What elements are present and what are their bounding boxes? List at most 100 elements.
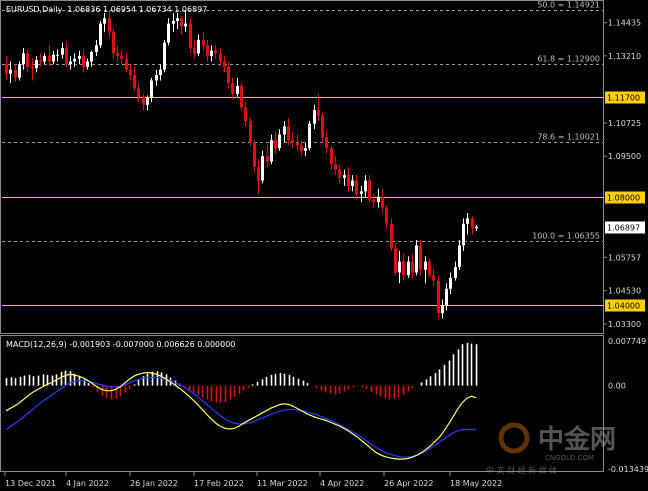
candle	[116, 45, 119, 62]
candle	[48, 45, 51, 66]
candle-body	[296, 142, 299, 146]
candle-body	[390, 223, 393, 249]
price-tick-label: 1.13210	[608, 52, 641, 61]
candle	[133, 66, 136, 92]
candles	[5, 10, 478, 319]
candle	[167, 18, 170, 46]
candle	[449, 272, 452, 295]
fib-label: 61.8 = 1.12900	[537, 55, 600, 64]
candle-body	[321, 115, 324, 138]
candle	[441, 299, 444, 319]
candle	[330, 145, 333, 170]
candle	[176, 12, 179, 30]
candle	[304, 142, 307, 157]
candle	[308, 121, 311, 151]
candle	[419, 240, 422, 276]
candle-body	[163, 42, 166, 70]
candle-body	[133, 75, 136, 89]
fib-label: 100.0 = 1.06355	[532, 232, 600, 241]
candle-body	[466, 218, 469, 224]
candle	[261, 150, 264, 184]
candle	[197, 34, 200, 57]
price-tag-label: 1.04000	[607, 302, 640, 311]
trading-chart[interactable]: 50.0 = 1.14921 61.8 = 1.12900 78.6 = 1.100…	[0, 0, 648, 491]
candle	[210, 45, 213, 62]
candle-body	[172, 20, 175, 24]
candle-body	[343, 175, 346, 178]
price-tag-label: 1.08000	[607, 194, 640, 203]
candle	[82, 50, 85, 73]
candle-body	[308, 123, 311, 149]
candle-body	[35, 60, 38, 69]
candle-body	[304, 148, 307, 151]
candle	[5, 56, 8, 80]
candle-body	[159, 69, 162, 76]
candle-body	[18, 64, 21, 78]
time-axis[interactable]: 13 Dec 2021 4 Jan 2022 26 Jan 2022 17 Feb 2…	[4, 472, 502, 488]
candle-body	[214, 50, 217, 54]
candle	[407, 256, 410, 278]
macd-tick-label: 0.007749	[608, 337, 646, 346]
candle	[214, 45, 217, 59]
candle-body	[99, 23, 102, 46]
time-tick-label: 17 Feb 2022	[194, 479, 244, 488]
candle	[18, 61, 21, 81]
candle	[432, 269, 435, 287]
candle	[189, 18, 192, 54]
candle	[231, 77, 234, 100]
ohlc-values: 1.06836 1.06954 1.06734 1.06897	[67, 5, 207, 14]
time-tick-label: 26 Jan 2022	[130, 479, 178, 488]
candle-body	[411, 261, 414, 273]
time-tick-label: 13 Dec 2021	[5, 479, 56, 488]
candle-body	[287, 126, 290, 140]
candle	[22, 47, 25, 70]
price-tick-label: 1.09500	[608, 152, 641, 161]
candle	[26, 49, 29, 73]
candle-body	[240, 85, 243, 108]
watermark-domain: CNGOLD.COM	[545, 454, 594, 462]
candle-body	[150, 80, 153, 99]
candle-body	[257, 167, 260, 181]
candle-body	[278, 134, 281, 149]
candle	[95, 39, 98, 57]
candle-body	[428, 261, 431, 276]
candle	[180, 15, 183, 35]
candle	[351, 175, 354, 192]
candle	[120, 49, 123, 65]
candle-body	[462, 223, 465, 246]
candle-body	[347, 175, 350, 186]
candle	[466, 212, 469, 235]
candle-body	[325, 137, 328, 149]
candle	[172, 12, 175, 32]
candle-body	[364, 180, 367, 192]
gold-coin-icon	[498, 422, 530, 454]
candle-body	[167, 23, 170, 43]
candle-body	[454, 267, 457, 278]
candle-body	[202, 39, 205, 46]
candle	[360, 185, 363, 203]
fibonacci-levels[interactable]: 50.0 = 1.14921 61.8 = 1.12900 78.6 = 1.100…	[2, 1, 603, 242]
watermark-brand: 中金网	[538, 424, 616, 455]
candle	[317, 93, 320, 122]
macd-label: MACD(12,26,9) -0.001903 -0.007000 0.0066…	[6, 340, 235, 349]
candle-body	[189, 23, 192, 48]
candle	[244, 102, 247, 127]
candle	[52, 50, 55, 65]
candle-body	[441, 304, 444, 314]
candle	[283, 121, 286, 143]
candle	[266, 145, 269, 167]
candle-body	[449, 277, 452, 289]
candle-body	[31, 66, 34, 69]
current-price-label: 1.06897	[607, 224, 640, 233]
symbol-label: EURUSD,Daily 1.06836 1.06954 1.06734 1.06…	[6, 5, 207, 14]
candle-body	[475, 226, 478, 229]
candle	[368, 175, 371, 203]
candle	[274, 131, 277, 154]
candle	[43, 53, 46, 65]
candle	[321, 112, 324, 143]
candle	[78, 50, 81, 65]
candle	[236, 77, 239, 97]
price-axis[interactable]: 1.14435 1.13210 1.10725 1.09500 1.05757 1.045…	[603, 19, 641, 329]
candle-body	[227, 66, 230, 84]
candle-body	[142, 96, 145, 105]
